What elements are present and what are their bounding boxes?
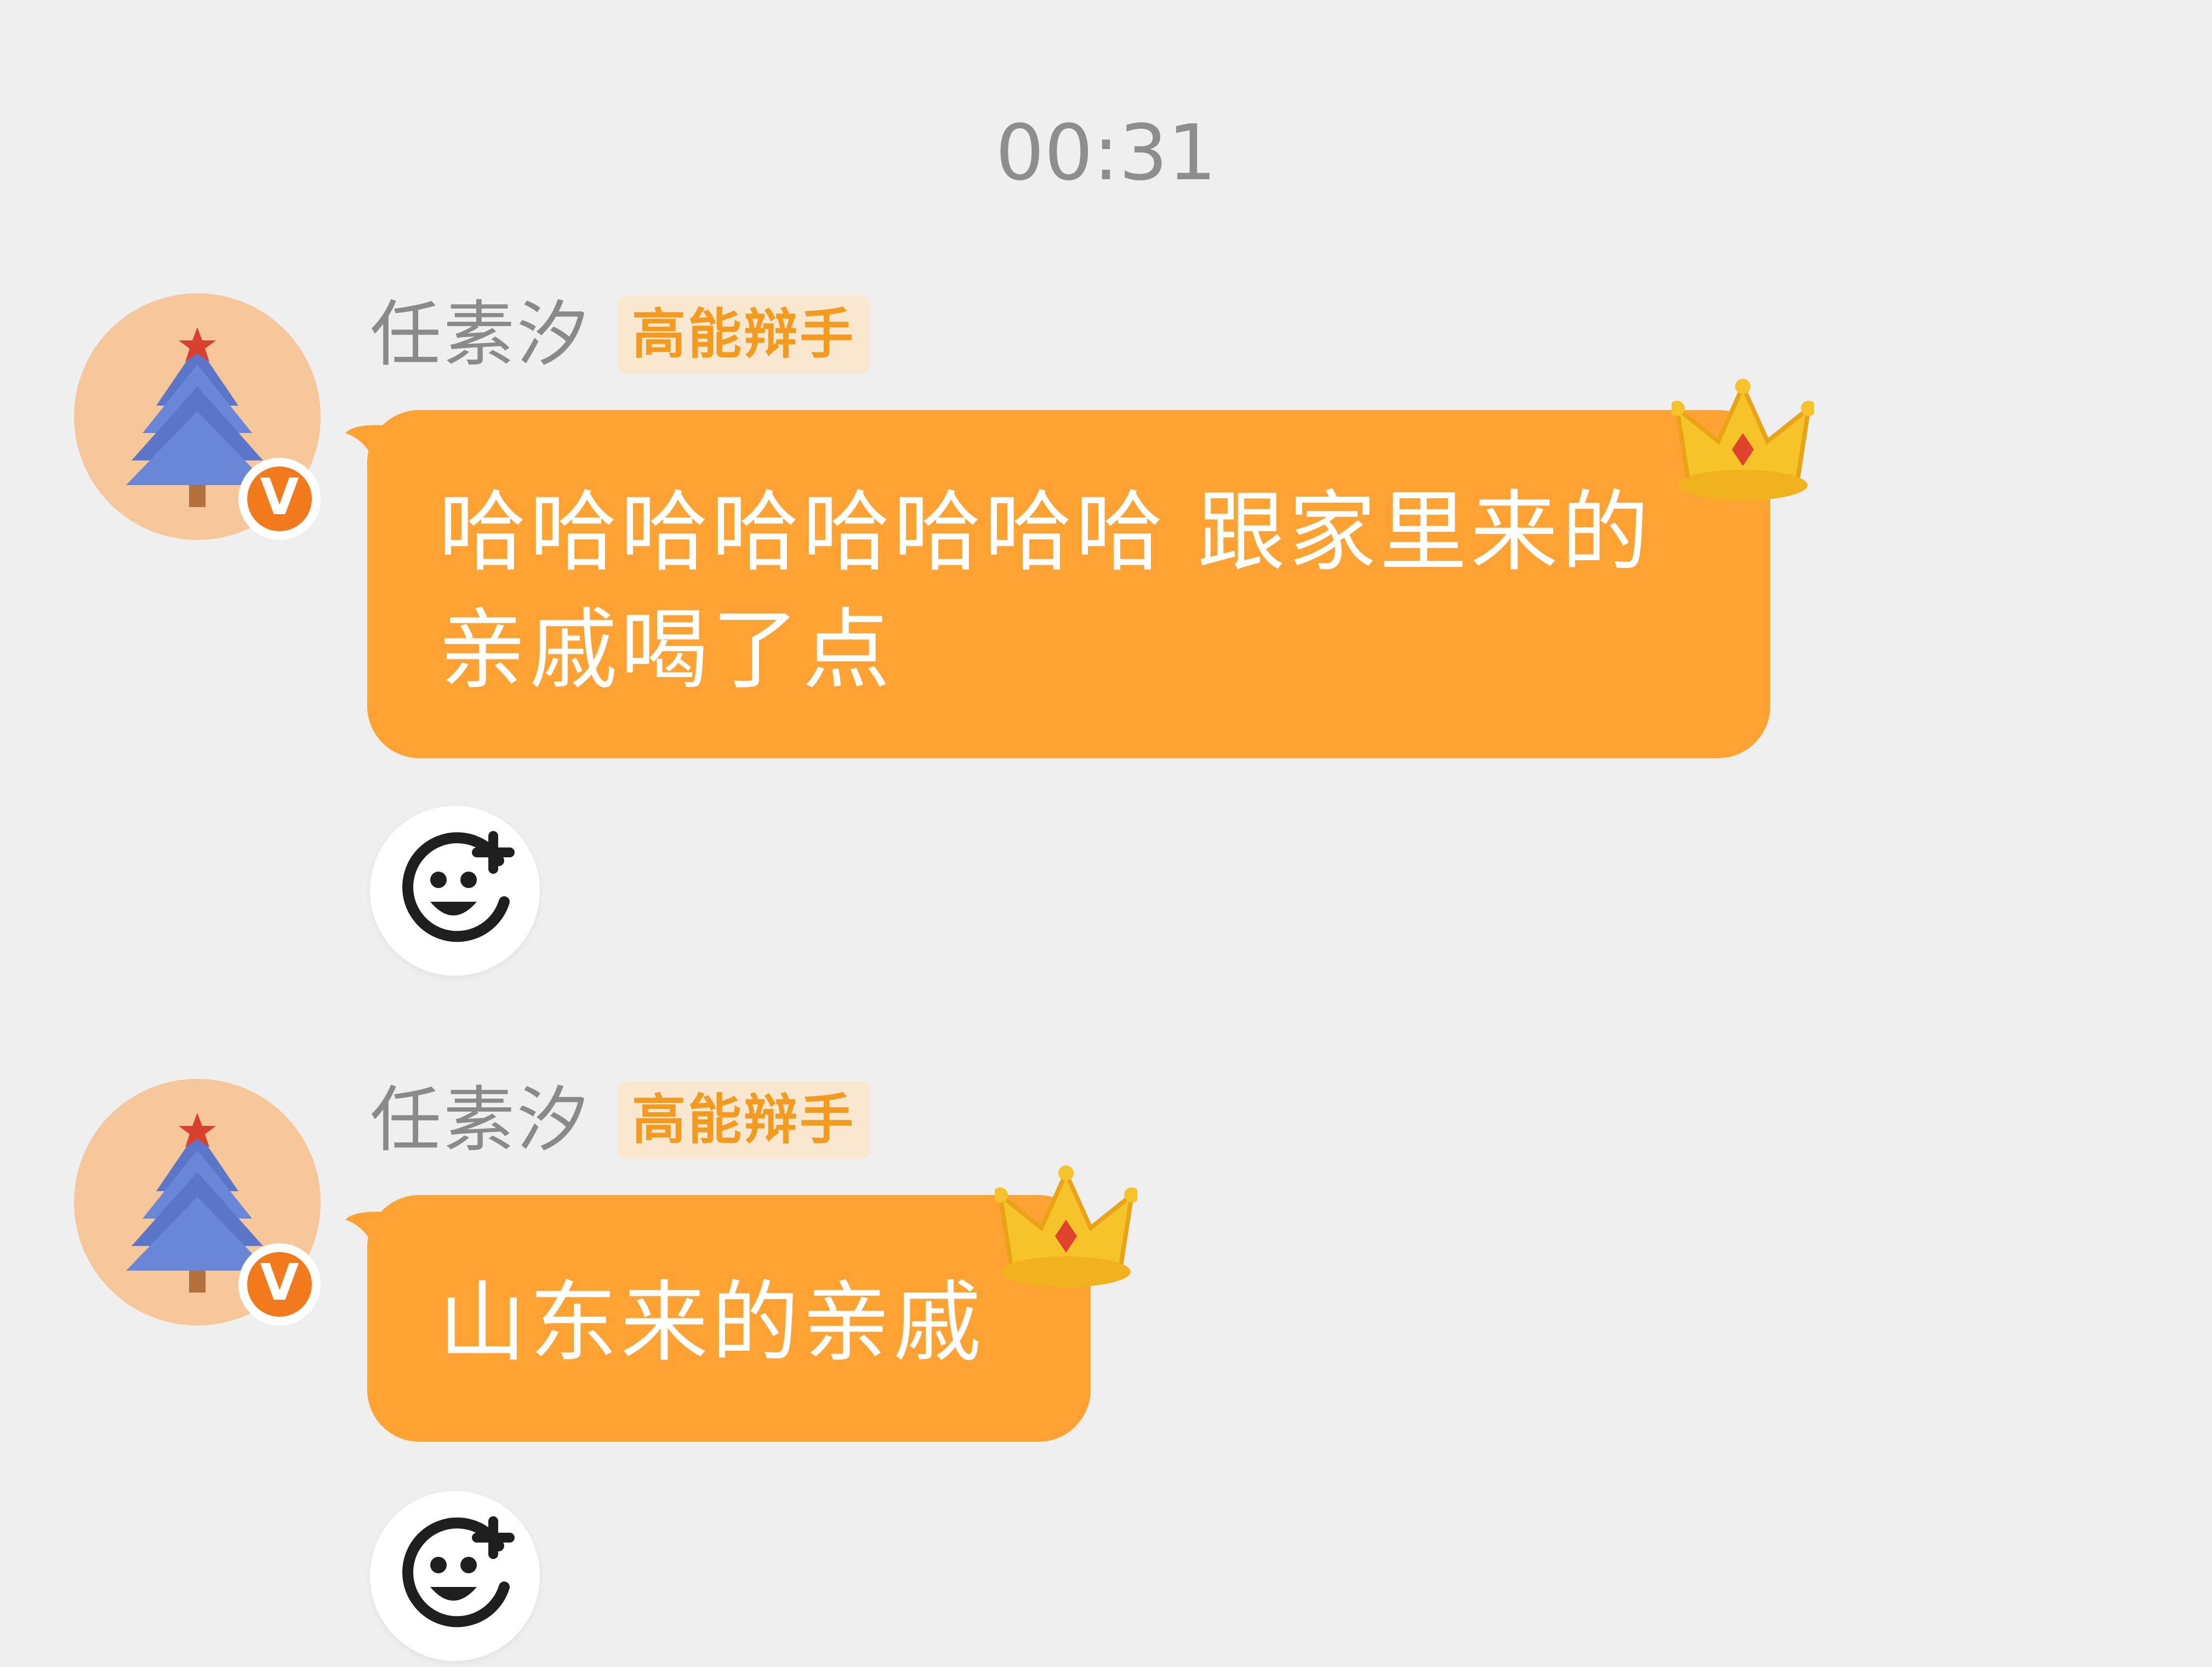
verified-badge-label: V (260, 1253, 299, 1312)
chat-timestamp: 00:31 (995, 109, 1217, 198)
add-emoji-icon (370, 806, 540, 976)
crown-icon (1672, 375, 1814, 507)
verified-badge: V (238, 458, 321, 540)
message-bubble[interactable]: 山东来的亲戚 (367, 1195, 1091, 1442)
add-emoji-icon (370, 1491, 540, 1661)
message-text: 哈哈哈哈哈哈哈哈 跟家里来的亲戚喝了点 (438, 481, 1652, 701)
rank-badge: 高能辩手 (618, 295, 870, 373)
add-reaction-button[interactable] (370, 806, 540, 976)
rank-badge: 高能辩手 (618, 1081, 870, 1159)
verified-badge-label: V (260, 468, 299, 526)
sender-name[interactable]: 任素汐 (370, 293, 590, 375)
sender-row: 任素汐 高能辩手 (370, 293, 870, 375)
sender-name[interactable]: 任素汐 (370, 1079, 590, 1161)
crown-icon (995, 1162, 1137, 1294)
add-reaction-button[interactable] (370, 1491, 540, 1661)
message-bubble[interactable]: 哈哈哈哈哈哈哈哈 跟家里来的亲戚喝了点 (367, 410, 1770, 758)
verified-badge: V (238, 1243, 321, 1325)
message-text: 山东来的亲戚 (438, 1271, 985, 1374)
sender-row: 任素汐 高能辩手 (370, 1079, 870, 1161)
